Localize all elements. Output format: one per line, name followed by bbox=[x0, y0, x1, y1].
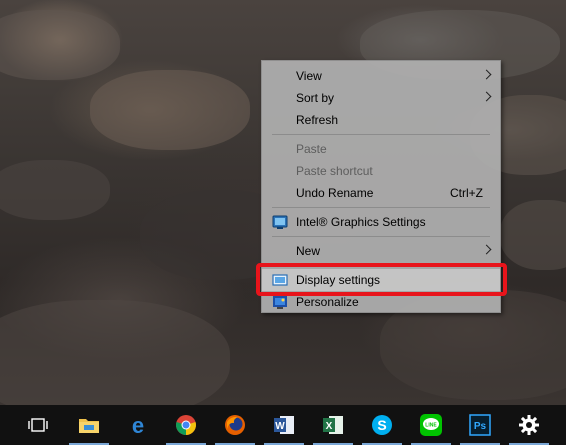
submenu-arrow-icon bbox=[481, 69, 492, 80]
svg-text:W: W bbox=[275, 421, 285, 432]
excel-icon: X bbox=[323, 416, 343, 434]
taskbar-file-explorer[interactable] bbox=[65, 405, 113, 445]
taskbar-chrome[interactable] bbox=[162, 405, 210, 445]
taskbar-edge[interactable]: e bbox=[114, 405, 162, 445]
word-icon: W bbox=[274, 416, 294, 434]
menu-item-view[interactable]: View bbox=[262, 65, 500, 87]
menu-separator bbox=[272, 207, 490, 208]
settings-gear-icon bbox=[519, 415, 539, 435]
taskbar-firefox[interactable] bbox=[211, 405, 259, 445]
svg-text:Ps: Ps bbox=[474, 421, 487, 432]
rock-shape bbox=[500, 200, 566, 270]
taskbar-settings[interactable] bbox=[505, 405, 553, 445]
submenu-arrow-icon bbox=[481, 244, 492, 255]
task-view-icon bbox=[28, 418, 48, 432]
rock-shape bbox=[0, 160, 110, 220]
menu-item-label: Paste shortcut bbox=[296, 164, 373, 178]
taskbar-skype[interactable]: S bbox=[358, 405, 406, 445]
menu-item-undo-rename[interactable]: Undo Rename Ctrl+Z bbox=[262, 182, 500, 204]
line-icon: LINE bbox=[420, 414, 442, 436]
menu-item-label: Intel® Graphics Settings bbox=[296, 215, 426, 229]
svg-text:LINE: LINE bbox=[425, 423, 437, 429]
menu-separator bbox=[272, 236, 490, 237]
menu-item-label: New bbox=[296, 244, 321, 258]
taskbar-excel[interactable]: X bbox=[309, 405, 357, 445]
menu-item-intel-graphics-settings[interactable]: Intel® Graphics Settings bbox=[262, 211, 500, 233]
menu-item-label: Refresh bbox=[296, 113, 339, 127]
svg-text:X: X bbox=[326, 421, 333, 432]
svg-text:e: e bbox=[132, 413, 144, 437]
menu-item-label: Sort by bbox=[296, 91, 335, 105]
file-explorer-icon bbox=[79, 419, 99, 433]
menu-item-new[interactable]: New bbox=[262, 240, 500, 262]
menu-item-label: Paste bbox=[296, 142, 327, 156]
svg-text:S: S bbox=[377, 417, 386, 433]
rock-shape bbox=[90, 70, 250, 150]
firefox-icon bbox=[225, 415, 245, 435]
personalize-icon bbox=[273, 296, 287, 309]
menu-item-paste-shortcut[interactable]: Paste shortcut bbox=[262, 160, 500, 182]
taskbar: e W X S LINE Ps bbox=[0, 405, 566, 445]
taskbar-photoshop[interactable]: Ps bbox=[456, 405, 504, 445]
edge-icon: e bbox=[132, 413, 144, 437]
keyboard-shortcut-label: Ctrl+Z bbox=[450, 186, 483, 200]
skype-icon: S bbox=[372, 415, 392, 435]
taskbar-task-view[interactable] bbox=[14, 405, 62, 445]
menu-item-label: View bbox=[296, 69, 322, 83]
menu-separator bbox=[272, 134, 490, 135]
chrome-icon bbox=[176, 415, 196, 435]
red-highlight-box bbox=[256, 263, 507, 296]
rock-shape bbox=[0, 10, 120, 80]
taskbar-line[interactable]: LINE bbox=[407, 405, 455, 445]
submenu-arrow-icon bbox=[481, 91, 492, 102]
menu-item-paste[interactable]: Paste bbox=[262, 138, 500, 160]
photoshop-icon: Ps bbox=[469, 414, 491, 436]
menu-item-sort-by[interactable]: Sort by bbox=[262, 87, 500, 109]
menu-item-label: Undo Rename bbox=[296, 186, 374, 200]
rock-shape bbox=[0, 300, 230, 405]
taskbar-word[interactable]: W bbox=[260, 405, 308, 445]
intel-graphics-icon bbox=[272, 215, 288, 229]
menu-item-refresh[interactable]: Refresh bbox=[262, 109, 500, 131]
